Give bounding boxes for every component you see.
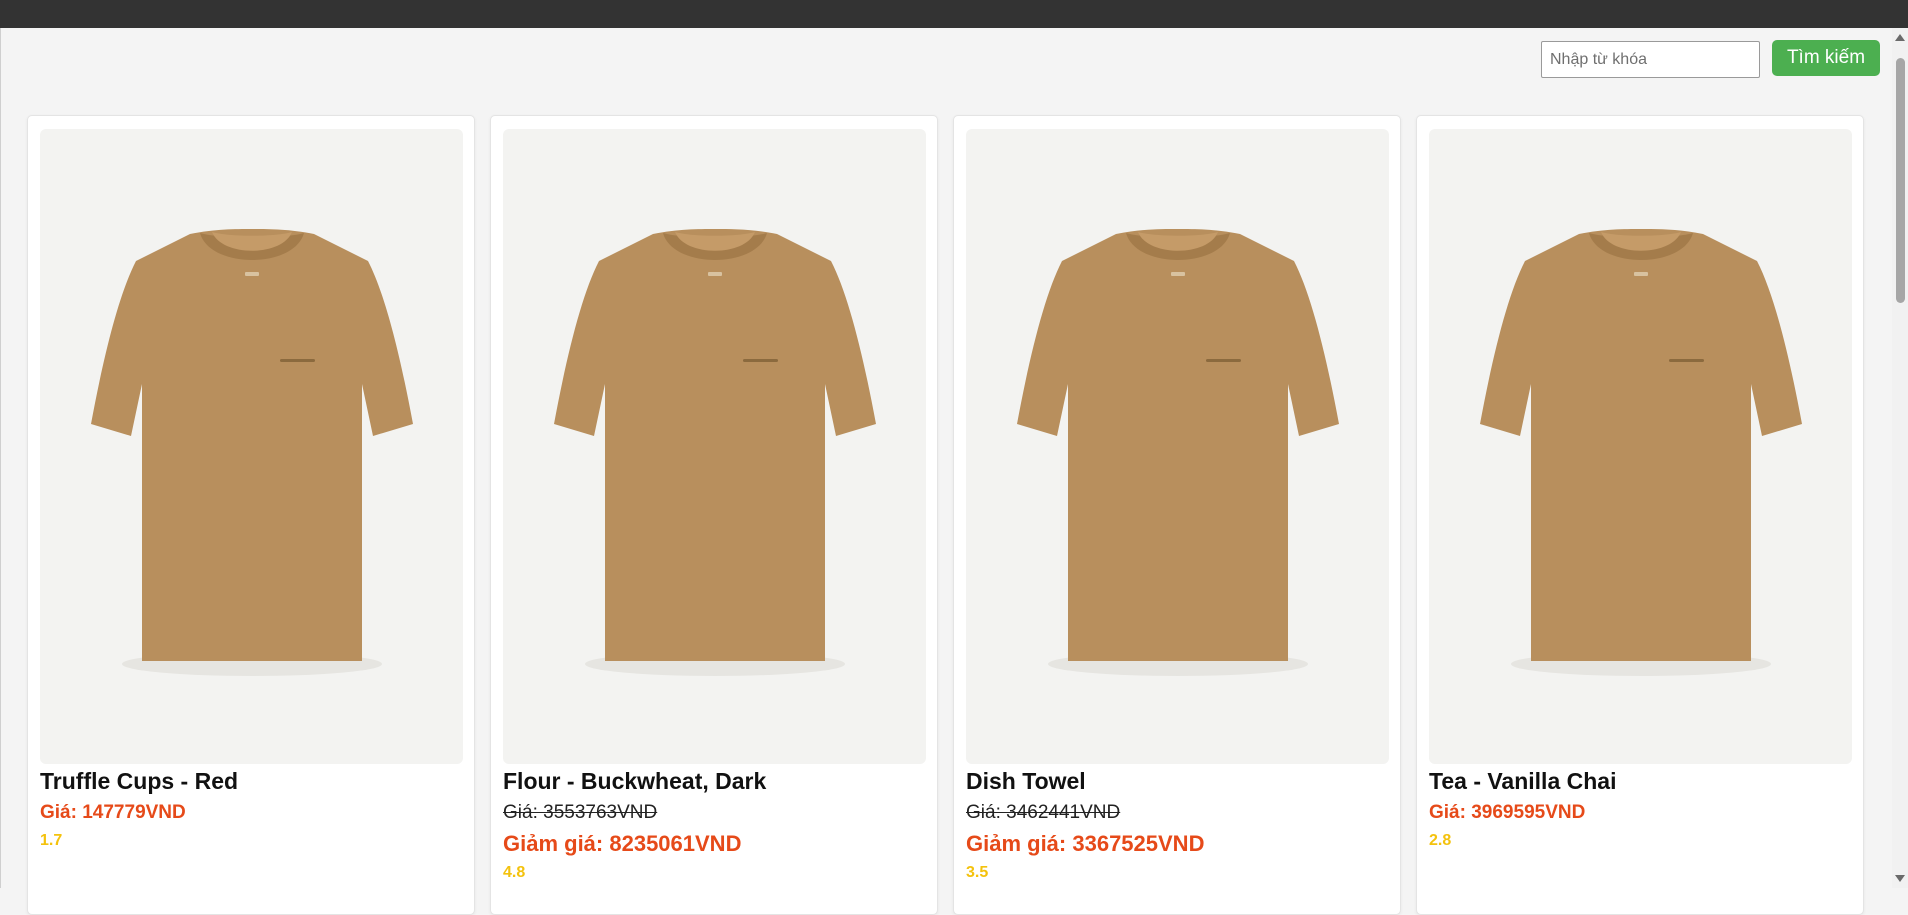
scroll-up-arrow-icon[interactable] bbox=[1895, 34, 1905, 41]
product-card[interactable]: Tea - Vanilla Chai Giá: 3969595VND 2.8 bbox=[1416, 115, 1864, 915]
tshirt-image bbox=[1017, 229, 1339, 676]
scroll-thumb[interactable] bbox=[1896, 58, 1905, 303]
product-image[interactable] bbox=[966, 129, 1389, 764]
product-image[interactable] bbox=[503, 129, 926, 764]
product-name: Truffle Cups - Red bbox=[40, 768, 239, 794]
product-price: Giá: 147779VND bbox=[40, 802, 186, 823]
tshirt-image bbox=[1480, 229, 1802, 676]
product-name: Tea - Vanilla Chai bbox=[1429, 768, 1617, 794]
product-card[interactable]: Dish Towel Giá: 3462441VND Giảm giá: 336… bbox=[953, 115, 1401, 915]
tshirt-image bbox=[554, 229, 876, 676]
product-rating: 4.8 bbox=[503, 864, 526, 881]
product-price: Giá: 3969595VND bbox=[1429, 802, 1586, 823]
product-original-price: Giá: 3553763VND bbox=[503, 802, 658, 823]
product-sale-price: Giảm giá: 8235061VND bbox=[503, 831, 742, 856]
vertical-scrollbar[interactable] bbox=[1892, 28, 1908, 888]
product-original-price: Giá: 3462441VND bbox=[966, 802, 1121, 823]
product-image[interactable] bbox=[40, 129, 463, 764]
search-button[interactable]: Tìm kiếm bbox=[1772, 40, 1880, 76]
product-image[interactable] bbox=[1429, 129, 1852, 764]
product-rating: 1.7 bbox=[40, 832, 63, 849]
search-input[interactable] bbox=[1541, 41, 1760, 78]
product-name: Flour - Buckwheat, Dark bbox=[503, 768, 767, 794]
browser-top-bar bbox=[0, 0, 1908, 28]
product-sale-price: Giảm giá: 3367525VND bbox=[966, 831, 1205, 856]
scroll-down-arrow-icon[interactable] bbox=[1895, 875, 1905, 882]
product-card[interactable]: Truffle Cups - Red Giá: 147779VND 1.7 bbox=[27, 115, 475, 915]
product-name: Dish Towel bbox=[966, 768, 1086, 794]
product-card[interactable]: Flour - Buckwheat, Dark Giá: 3553763VND … bbox=[490, 115, 938, 915]
tshirt-image bbox=[91, 229, 413, 676]
product-rating: 2.8 bbox=[1429, 832, 1452, 849]
product-rating: 3.5 bbox=[966, 864, 989, 881]
